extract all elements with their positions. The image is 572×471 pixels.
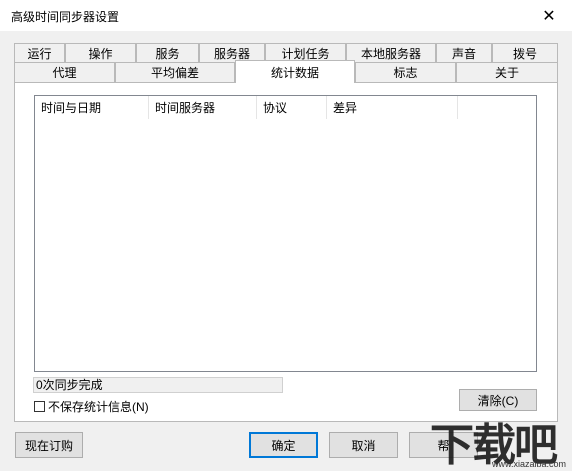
ok-button[interactable]: 确定: [249, 432, 318, 458]
sync-status: 0次同步完成: [33, 377, 283, 393]
tab-average-deviation[interactable]: 平均偏差: [115, 62, 235, 82]
tab-run[interactable]: 运行: [14, 43, 65, 62]
tab-local-server[interactable]: 本地服务器: [346, 43, 436, 62]
no-save-stats-label: 不保存统计信息(N): [48, 400, 149, 414]
column-header-time-server[interactable]: 时间服务器: [149, 96, 257, 119]
no-save-stats-option[interactable]: 不保存统计信息(N): [34, 398, 149, 415]
watermark-url: www.xiazaiba.com: [491, 459, 566, 469]
title-bar: 高级时间同步器设置 ✕: [0, 0, 572, 31]
column-header-protocol[interactable]: 协议: [257, 96, 327, 119]
tab-sound[interactable]: 声音: [436, 43, 492, 62]
subscribe-button[interactable]: 现在订购: [15, 432, 83, 458]
tab-statistics[interactable]: 统计数据: [235, 60, 355, 83]
statistics-list[interactable]: 时间与日期 时间服务器 协议 差异: [34, 95, 537, 372]
column-header-datetime[interactable]: 时间与日期: [35, 96, 149, 119]
tab-service[interactable]: 服务: [136, 43, 199, 62]
close-icon: ✕: [542, 7, 556, 25]
watermark: 下载吧 www.xiazaiba.com: [430, 404, 572, 471]
tab-proxy[interactable]: 代理: [14, 62, 115, 82]
column-header-difference[interactable]: 差异: [327, 96, 458, 119]
tab-about[interactable]: 关于: [456, 62, 558, 82]
tab-operation[interactable]: 操作: [65, 43, 136, 62]
window-title: 高级时间同步器设置: [11, 10, 120, 24]
close-button[interactable]: ✕: [526, 0, 572, 31]
tab-flags[interactable]: 标志: [355, 62, 456, 82]
no-save-stats-checkbox[interactable]: [34, 401, 45, 412]
tab-dialup[interactable]: 拨号: [492, 43, 558, 62]
cancel-button[interactable]: 取消: [329, 432, 398, 458]
